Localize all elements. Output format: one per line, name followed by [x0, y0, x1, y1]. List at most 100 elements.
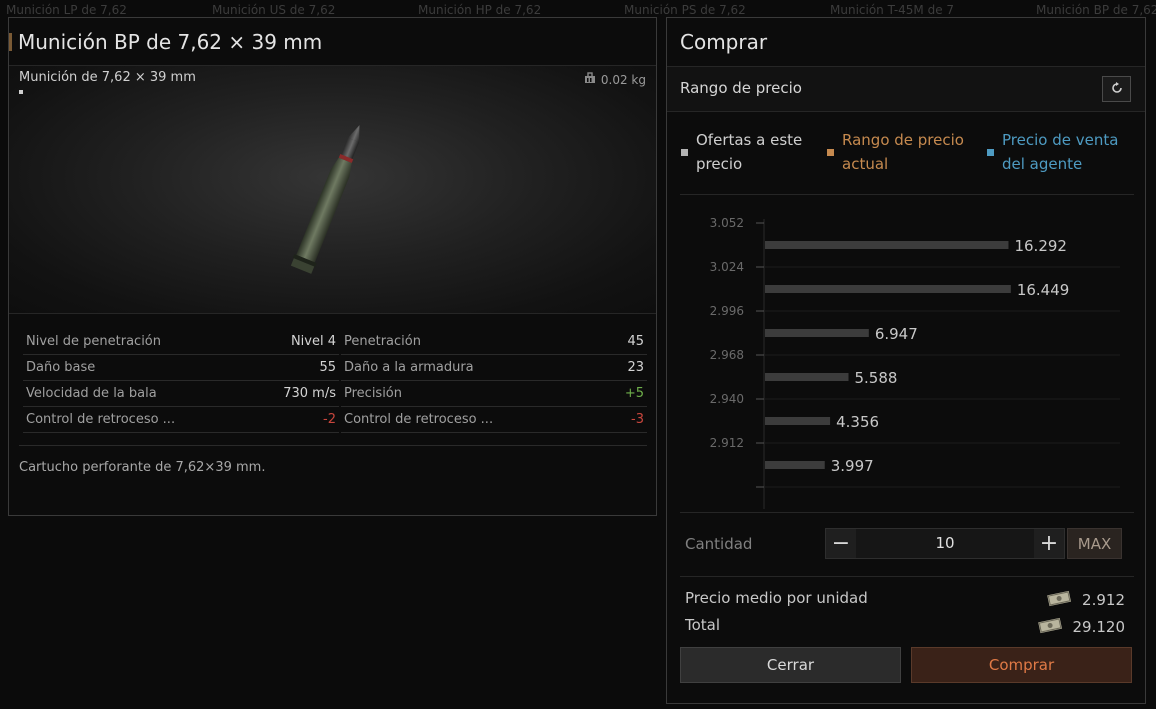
max-quantity-button[interactable]: MAX — [1067, 528, 1122, 559]
quantity-divider — [680, 576, 1134, 577]
total-value: 29.120 — [1072, 618, 1126, 636]
price-bar — [765, 241, 1009, 249]
legend-swatch — [681, 148, 688, 156]
price-bar — [765, 329, 869, 337]
average-price-row: Precio medio por unidad 2.912 — [685, 589, 1125, 611]
chart-divider — [680, 512, 1134, 513]
y-tick-label: 2.968 — [710, 348, 744, 362]
price-chart: 3.052 3.024 2.996 2.968 2.940 2.912 16.292 16.4… — [710, 216, 1120, 509]
background-tab: Munición HP de 7,62 — [418, 3, 542, 17]
y-tick-label: 2.912 — [710, 436, 744, 450]
decrease-quantity-button[interactable]: − — [826, 529, 856, 558]
stat-item: Daño a la armadura 23 — [341, 355, 647, 381]
stat-label: Nivel de penetración — [26, 334, 162, 349]
y-tick-label: 2.940 — [710, 392, 744, 406]
average-price-label: Precio medio por unidad — [685, 589, 868, 607]
background-tab: Munición US de 7,62 — [212, 3, 336, 17]
background-tab: Munición LP de 7,62 — [6, 3, 127, 17]
item-description: Cartucho perforante de 7,62×39 mm. — [19, 460, 266, 475]
increase-quantity-button[interactable]: + — [1034, 529, 1064, 558]
legend-divider — [680, 194, 1134, 195]
y-tick-label: 3.052 — [710, 216, 744, 230]
y-tick-label: 2.996 — [710, 304, 744, 318]
close-button[interactable]: Cerrar — [680, 647, 901, 683]
currency-icon — [1046, 589, 1072, 611]
cartridge-image — [271, 116, 391, 290]
total-row: Total 29.120 — [685, 616, 1125, 638]
price-bar — [765, 373, 849, 381]
stats-row: Velocidad de la bala 730 m/s Precisión +5 — [23, 381, 647, 407]
item-marker — [19, 90, 23, 94]
stat-label: Control de retroceso ... — [344, 412, 494, 427]
legend-swatch — [987, 148, 994, 156]
buy-button[interactable]: Comprar — [911, 647, 1132, 683]
price-bar — [765, 285, 1011, 293]
total-label: Total — [685, 616, 721, 634]
bar-value-label: 3.997 — [831, 457, 874, 475]
stat-value: -2 — [323, 412, 336, 427]
average-price: 2.912 — [1046, 589, 1125, 611]
background-tab: Munición BP de 7,62 — [1036, 3, 1156, 17]
refresh-icon — [1110, 80, 1124, 99]
background-tab: Munición T-45M de 7 — [830, 3, 955, 17]
bar-value-label: 16.292 — [1014, 237, 1066, 255]
quantity-label: Cantidad — [685, 535, 753, 553]
bar-value-label: 5.588 — [855, 369, 898, 387]
legend-swatch — [827, 148, 834, 156]
item-preview: Munición de 7,62 × 39 mm 0.02 kg — [9, 66, 656, 314]
buy-panel: Comprar Rango de precio Ofertas a este p… — [666, 17, 1146, 704]
stat-label: Penetración — [344, 334, 421, 349]
buy-title: Comprar — [680, 30, 768, 54]
stat-value: Nivel 4 — [290, 334, 336, 349]
price-range-label: Rango de precio — [680, 79, 802, 97]
stat-item: Precisión +5 — [341, 381, 647, 407]
stat-item: Velocidad de la bala 730 m/s — [23, 381, 339, 407]
stat-value: +5 — [624, 386, 644, 401]
legend-label: Precio de venta del agente — [1002, 131, 1119, 173]
currency-icon — [1037, 616, 1063, 638]
total-price: 29.120 — [1037, 616, 1126, 638]
stat-item: Penetración 45 — [341, 329, 647, 355]
legend-label: Ofertas a este precio — [696, 131, 803, 173]
background-tab-strip: Munición LP de 7,62 Munición US de 7,62 Mu… — [0, 0, 1156, 18]
average-price-value: 2.912 — [1082, 591, 1125, 609]
item-title: Munición BP de 7,62 × 39 mm — [18, 30, 323, 54]
quantity-stepper: − 10 + — [825, 528, 1065, 559]
item-short-name: Munición de 7,62 × 39 mm — [19, 70, 196, 85]
legend-label: Rango de precio actual — [842, 131, 964, 173]
refresh-button[interactable] — [1102, 76, 1131, 102]
legend-current-range: Rango de precio actual — [827, 128, 987, 176]
title-accent — [9, 33, 12, 51]
stat-label: Precisión — [344, 386, 403, 401]
quantity-input[interactable]: 10 — [856, 534, 1034, 552]
description-divider — [19, 445, 647, 446]
stat-label: Velocidad de la bala — [26, 386, 157, 401]
legend-trader-price: Precio de venta del agente — [987, 128, 1133, 176]
stat-value: 45 — [627, 334, 644, 349]
bar-value-label: 4.356 — [836, 413, 879, 431]
stat-value: 23 — [627, 360, 644, 375]
stat-item: Nivel de penetración Nivel 4 — [23, 329, 339, 355]
y-tick-label: 3.024 — [710, 260, 744, 274]
bar-value-label: 16.449 — [1017, 281, 1070, 299]
stat-value: 55 — [319, 360, 336, 375]
item-info-panel: Munición BP de 7,62 × 39 mm Munición de … — [8, 17, 657, 516]
item-weight: 0.02 kg — [584, 72, 646, 87]
price-bar — [765, 417, 831, 425]
background-tab: Munición PS de 7,62 — [624, 3, 746, 17]
stat-item: Control de retroceso ... -2 — [23, 407, 339, 433]
bar-value-label: 6.947 — [875, 325, 918, 343]
stat-item: Control de retroceso ... -3 — [341, 407, 647, 433]
price-range-header: Rango de precio — [667, 67, 1145, 112]
stats-row: Nivel de penetración Nivel 4 Penetración 45 — [23, 329, 647, 355]
price-bar — [765, 461, 825, 469]
legend-offers: Ofertas a este precio — [681, 128, 827, 176]
item-header: Munición BP de 7,62 × 39 mm — [9, 18, 656, 66]
minus-icon: − — [831, 531, 851, 556]
chart-legend: Ofertas a este precio Rango de precio ac… — [681, 128, 1133, 176]
plus-icon: + — [1039, 531, 1059, 556]
stat-label: Control de retroceso ... — [26, 412, 176, 427]
stats-row: Control de retroceso ... -2 Control de ret… — [23, 407, 647, 433]
item-stats: Nivel de penetración Nivel 4 Penetración 45… — [23, 329, 647, 433]
stat-value: -3 — [631, 412, 644, 427]
